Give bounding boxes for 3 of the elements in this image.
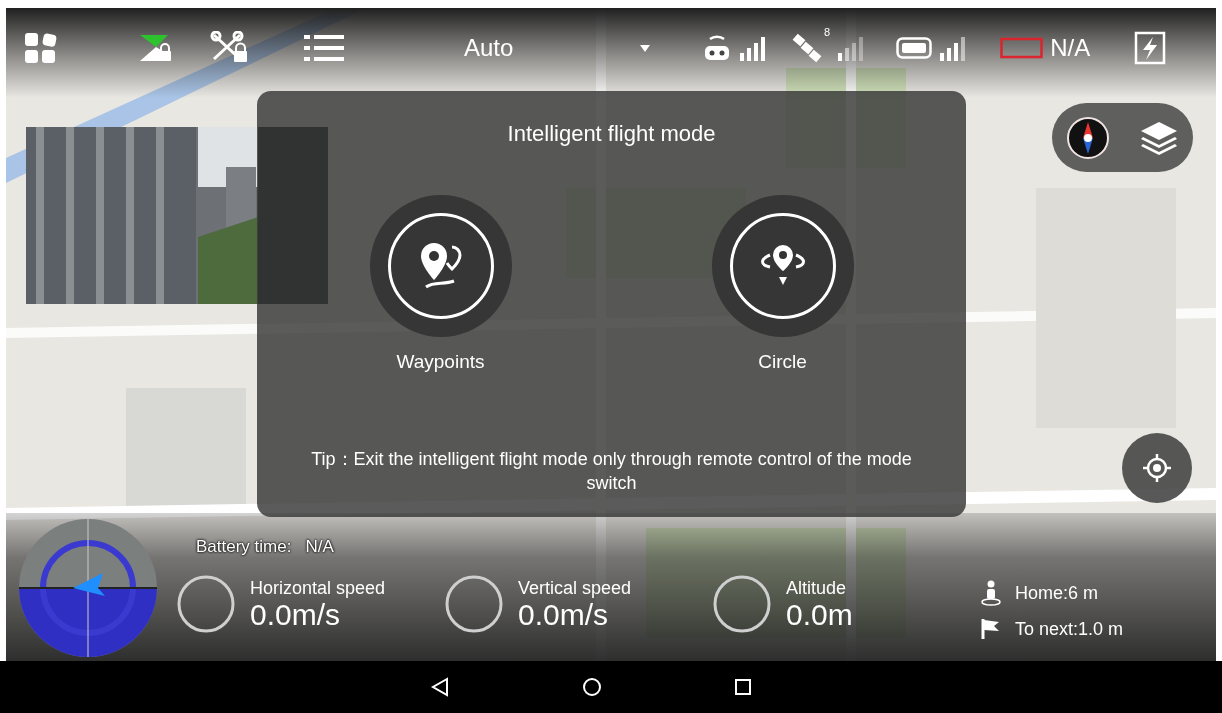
recents-icon[interactable] — [734, 678, 752, 696]
back-icon[interactable] — [430, 677, 450, 697]
home-icon[interactable] — [582, 677, 602, 697]
